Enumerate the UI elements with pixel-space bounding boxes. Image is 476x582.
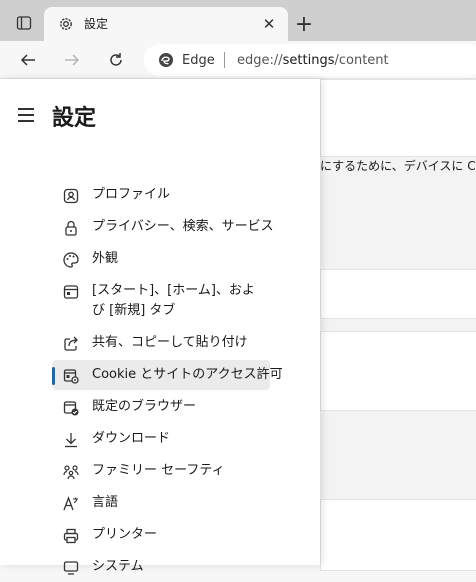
- site-permissions-icon: [63, 369, 79, 384]
- sidebar-item-profiles[interactable]: プロファイル: [52, 180, 270, 210]
- tab-title: 設定: [84, 17, 109, 31]
- toolbar: Edge edge://settings/content: [0, 41, 476, 79]
- address-brand: Edge: [182, 53, 215, 68]
- sidebar-item-label: 既定のブラウザー: [92, 399, 197, 414]
- sidebar-item-label: 外観: [92, 251, 119, 266]
- language-icon: [63, 496, 78, 511]
- tab-settings[interactable]: 設定 ✕: [44, 7, 288, 41]
- sidebar-item-family[interactable]: ファミリー セーフティ: [52, 456, 270, 486]
- sidebar-item-label: ファミリー セーフティ: [92, 463, 225, 478]
- sidebar-item-label: 共有、コピーして貼り付け: [92, 335, 248, 350]
- sidebar-item-cookies[interactable]: Cookie とサイトのアクセス許可: [52, 360, 283, 390]
- sidebar-item-languages[interactable]: 言語: [52, 488, 270, 518]
- forward-button[interactable]: [60, 48, 84, 72]
- printer-icon: [63, 528, 79, 544]
- close-tab-icon[interactable]: ✕: [260, 15, 278, 33]
- new-tab-button[interactable]: +: [292, 12, 316, 37]
- sidebar-item-label: [スタート]、[ホーム]、および [新規] タブ: [92, 283, 255, 318]
- sidebar-item-label: ダウンロード: [92, 431, 171, 446]
- tab-strip: 設定 ✕ +: [0, 0, 476, 41]
- download-icon: [65, 433, 77, 448]
- sidebar-item-privacy[interactable]: プライバシー、検索、サービス: [52, 212, 274, 242]
- tab-actions-button[interactable]: [8, 10, 40, 36]
- profile-icon: [63, 188, 79, 204]
- gear-icon: [60, 18, 72, 30]
- sidebar-item-label: プリンター: [92, 527, 158, 542]
- content-card: [320, 331, 476, 411]
- content-card: [320, 499, 476, 571]
- default-browser-icon: [63, 401, 79, 416]
- back-arrow-icon: [20, 54, 35, 66]
- address-bar[interactable]: Edge edge://settings/content: [144, 44, 476, 76]
- refresh-button[interactable]: [104, 48, 128, 72]
- sidebar-item-downloads[interactable]: ダウンロード: [52, 424, 270, 454]
- forward-arrow-icon: [65, 54, 80, 66]
- sidebar-item-label: システム: [92, 559, 144, 574]
- sidebar-item-label: Cookie とサイトのアクセス許可: [92, 367, 283, 382]
- settings-nav-menu: 設定 プロファイル プライバシー、検索、サービス 外観 [スタート]、[ホーム]…: [0, 79, 320, 575]
- sidebar-item-label: 言語: [92, 495, 119, 510]
- hamburger-menu-icon[interactable]: [18, 108, 36, 122]
- sidebar-item-printers[interactable]: プリンター: [52, 520, 270, 550]
- content-description: にするために、デバイスに Coo: [320, 159, 476, 173]
- family-icon: [63, 465, 79, 480]
- refresh-icon: [110, 53, 122, 66]
- home-tab-icon: [63, 285, 79, 299]
- sidebar-item-system[interactable]: システム: [52, 552, 270, 582]
- sidebar-item-appearance[interactable]: 外観: [52, 244, 270, 274]
- system-icon: [63, 561, 79, 575]
- address-separator: [224, 52, 225, 68]
- sidebar-item-label: プライバシー、検索、サービス: [92, 219, 274, 234]
- sidebar-item-default-browser[interactable]: 既定のブラウザー: [52, 392, 270, 422]
- palette-icon: [63, 252, 79, 268]
- content-card: [320, 269, 476, 319]
- address-url: edge://settings/content: [237, 53, 389, 68]
- menu-title: 設定: [52, 106, 97, 131]
- sidebar-item-label: プロファイル: [92, 187, 171, 202]
- tab-actions-icon: [16, 16, 32, 30]
- share-icon: [64, 336, 78, 351]
- sidebar-item-start-home[interactable]: [スタート]、[ホーム]、および [新規] タブ: [52, 276, 270, 326]
- edge-logo-icon: [159, 53, 173, 67]
- sidebar-item-share[interactable]: 共有、コピーして貼り付け: [52, 328, 270, 358]
- content-card: [320, 79, 476, 157]
- lock-icon: [65, 220, 77, 236]
- back-button[interactable]: [16, 48, 40, 72]
